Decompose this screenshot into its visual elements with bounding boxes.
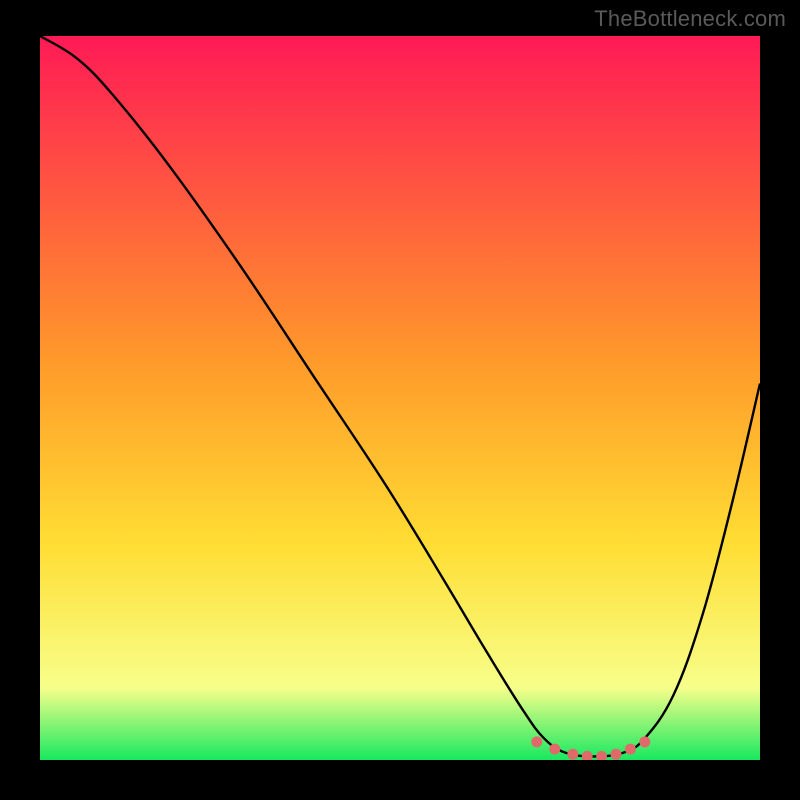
plot-svg [40, 36, 760, 760]
marker-dot [625, 744, 636, 755]
marker-dot [567, 749, 578, 760]
marker-dot [549, 744, 560, 755]
marker-dot [611, 749, 622, 760]
watermark-text: TheBottleneck.com [594, 6, 786, 32]
gradient-background [40, 36, 760, 760]
marker-dot [639, 736, 650, 747]
marker-dot [531, 736, 542, 747]
plot-area [40, 36, 760, 760]
chart-stage: TheBottleneck.com [0, 0, 800, 800]
